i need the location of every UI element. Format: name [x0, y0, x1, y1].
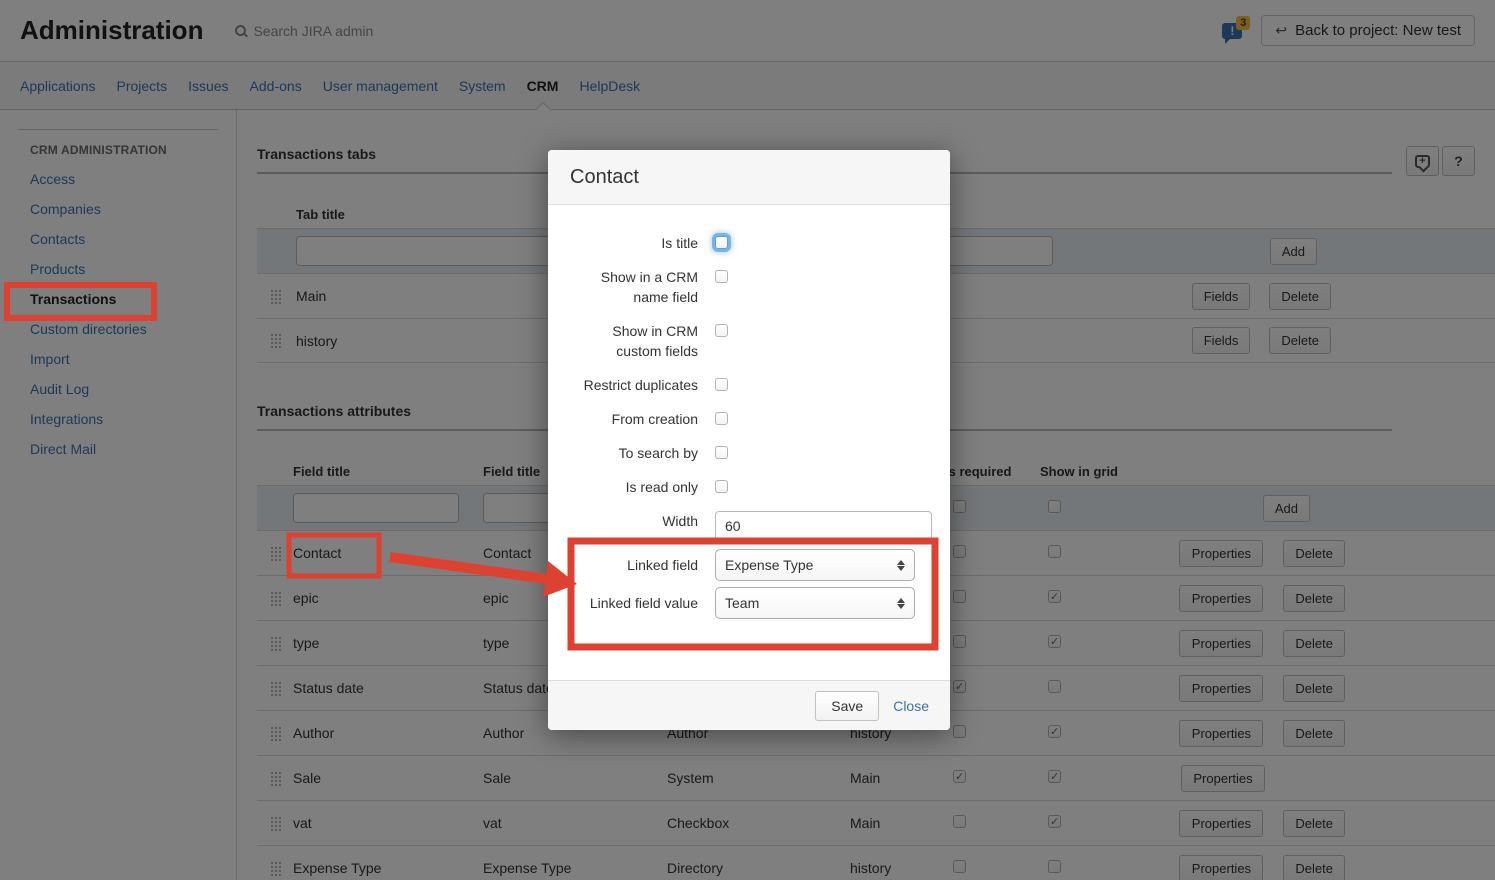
from-creation-label: From creation	[570, 409, 698, 429]
restrict-duplicates-label: Restrict duplicates	[570, 375, 698, 395]
dialog-footer: Save Close	[548, 680, 950, 730]
restrict-duplicates-checkbox[interactable]	[715, 378, 728, 391]
linked-field-value-label: Linked field value	[570, 587, 698, 619]
linked-field-value-select[interactable]: Team	[715, 587, 915, 619]
select-stepper-icon	[897, 598, 905, 609]
linked-field-select[interactable]: Expense Type	[715, 549, 915, 581]
select-stepper-icon	[897, 560, 905, 571]
contact-field-dialog: Contact Is title Show in a CRM name fiel…	[548, 150, 950, 730]
width-label: Width	[570, 511, 698, 531]
is-read-only-checkbox[interactable]	[715, 480, 728, 493]
linked-field-selected-value: Expense Type	[725, 557, 813, 573]
dialog-title: Contact	[570, 166, 639, 189]
show-in-crm-custom-checkbox[interactable]	[715, 324, 728, 337]
close-link[interactable]: Close	[893, 698, 929, 714]
width-input[interactable]	[715, 511, 932, 541]
dialog-header: Contact	[548, 150, 950, 205]
to-search-by-label: To search by	[570, 443, 698, 463]
from-creation-checkbox[interactable]	[715, 412, 728, 425]
linked-field-value-selected-value: Team	[725, 595, 759, 611]
show-in-crm-name-checkbox[interactable]	[715, 270, 728, 283]
dialog-body: Is title Show in a CRM name field Show i…	[548, 205, 950, 680]
show-name-label: Show in a CRM name field	[570, 267, 698, 307]
is-title-checkbox[interactable]	[715, 236, 728, 249]
is-title-label: Is title	[570, 233, 698, 253]
is-read-only-label: Is read only	[570, 477, 698, 497]
to-search-by-checkbox[interactable]	[715, 446, 728, 459]
show-custom-label: Show in CRM custom fields	[570, 321, 698, 361]
linked-field-label: Linked field	[570, 549, 698, 581]
save-button[interactable]: Save	[815, 691, 879, 721]
